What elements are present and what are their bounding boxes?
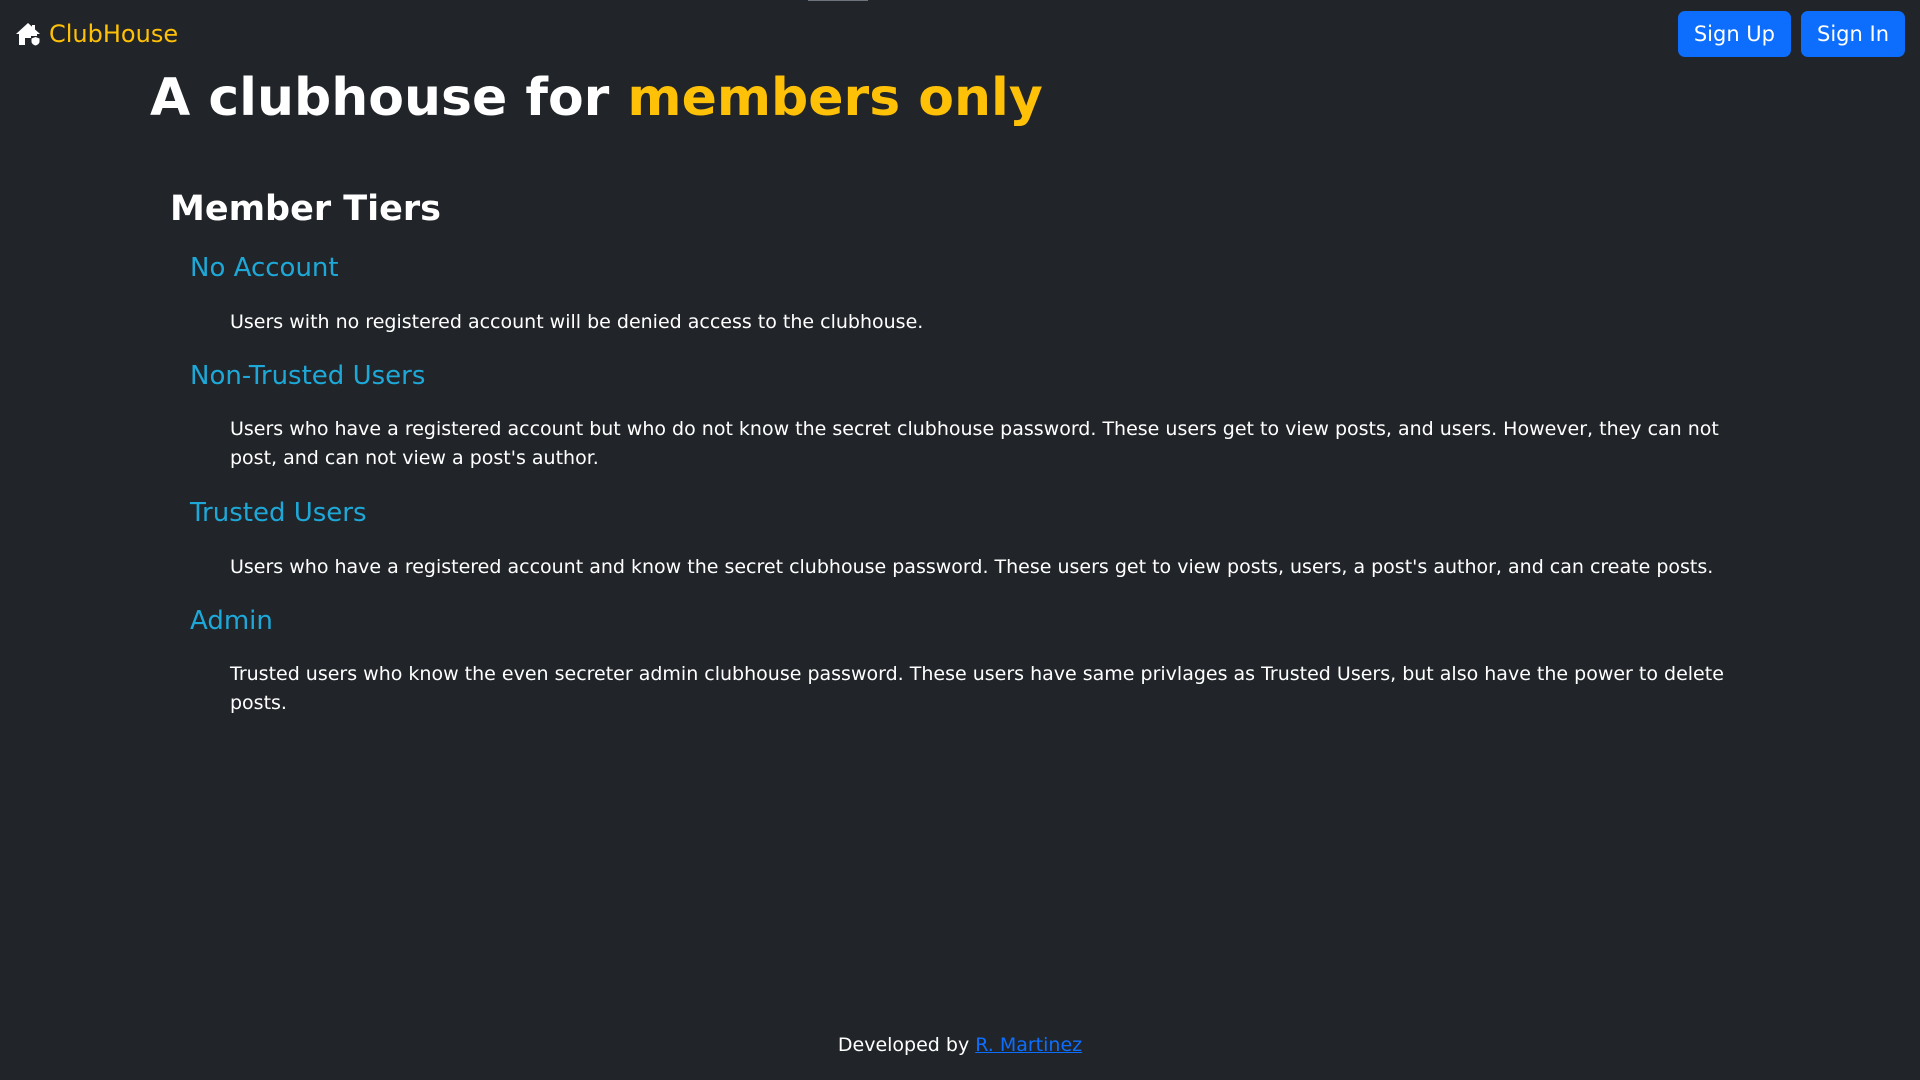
tier-description-no-account: Users with no registered account will be… <box>230 311 924 333</box>
footer-text: Developed by <box>837 1034 976 1056</box>
author-link[interactable]: R. Martinez <box>975 1034 1082 1056</box>
tier-description-admin: Trusted users who know the even secreter… <box>230 663 1724 714</box>
tier-description-non-trusted: Users who have a registered account but … <box>230 418 1719 469</box>
brand-name: ClubHouse <box>49 20 179 48</box>
tier-title-admin: Admin <box>190 606 273 636</box>
hero-title-accent: members only <box>627 68 1043 128</box>
tier-title-non-trusted: Non-Trusted Users <box>190 361 426 391</box>
hero-title: A clubhouse for members only <box>150 66 1043 130</box>
hero-title-prefix: A clubhouse for <box>150 68 628 128</box>
tier-title-trusted: Trusted Users <box>190 498 367 528</box>
house-icon <box>15 21 41 47</box>
tier-title-no-account: No Account <box>190 253 339 283</box>
member-tiers-heading: Member Tiers <box>170 189 441 229</box>
sign-in-button[interactable]: Sign In <box>1801 11 1905 57</box>
navbar: ClubHouse Sign Up Sign In <box>0 0 1920 68</box>
sign-up-button[interactable]: Sign Up <box>1677 11 1792 57</box>
nav-buttons: Sign Up Sign In <box>1677 11 1905 57</box>
tier-description-trusted: Users who have a registered account and … <box>230 556 1714 578</box>
footer: Developed by R. Martinez <box>0 1031 1920 1059</box>
brand-link[interactable]: ClubHouse <box>15 19 178 49</box>
